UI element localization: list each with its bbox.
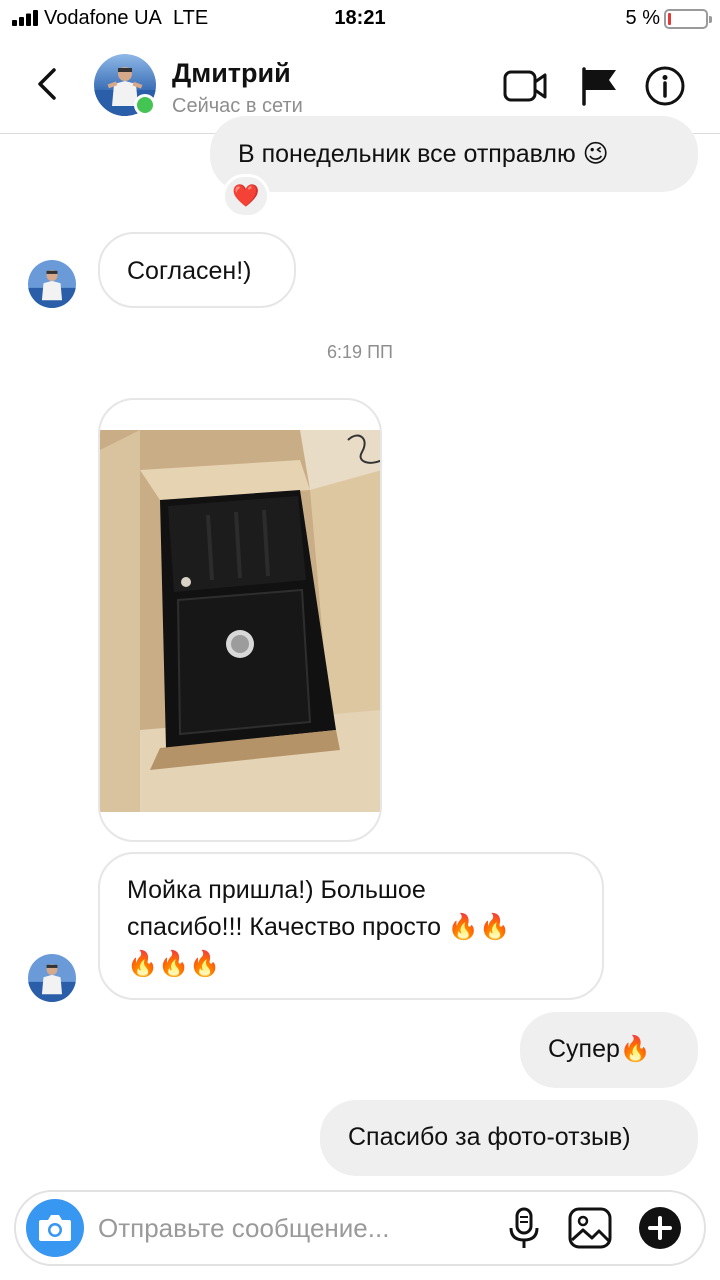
sender-avatar[interactable] <box>28 954 76 1002</box>
sender-avatar[interactable] <box>28 260 76 308</box>
photo-message[interactable] <box>98 398 382 842</box>
message-text: Согласен!) <box>127 257 252 285</box>
message-text: Супер🔥 <box>548 1035 652 1063</box>
sink-photo[interactable] <box>100 430 382 812</box>
clock: 18:21 <box>334 7 386 29</box>
message-text: В понедельник все отправлю 😉 <box>238 140 609 168</box>
message-outgoing[interactable]: Спасибо за фото-отзыв) <box>320 1100 698 1176</box>
status-bar: Vodafone UA LTE 18:21 5 % <box>0 0 720 38</box>
message-timestamp: 6:19 ПП <box>327 342 393 362</box>
microphone-icon[interactable] <box>500 1204 548 1252</box>
plus-icon[interactable] <box>636 1204 684 1252</box>
info-icon[interactable] <box>642 66 688 106</box>
flag-icon[interactable] <box>578 66 624 106</box>
message-text-line: 🔥🔥🔥 <box>127 950 221 978</box>
contact-status: Сейчас в сети <box>172 95 303 117</box>
message-text-line: спасибо!!! Качество просто 🔥🔥 <box>127 913 511 941</box>
battery-percent: 5 % <box>625 7 660 29</box>
message-text: Спасибо за фото-отзыв) <box>348 1123 631 1151</box>
image-icon[interactable] <box>566 1204 614 1252</box>
message-incoming[interactable]: Согласен!) <box>98 232 296 308</box>
online-status-dot <box>134 94 156 116</box>
chevron-left-icon[interactable] <box>30 64 66 104</box>
video-camera-icon[interactable] <box>502 66 548 106</box>
heart-reaction[interactable]: ❤️ <box>222 174 270 218</box>
message-input[interactable] <box>98 1210 478 1246</box>
message-outgoing[interactable]: Супер🔥 <box>520 1012 698 1088</box>
camera-icon <box>39 1215 71 1241</box>
message-text-line: Мойка пришла!) Большое <box>127 876 426 904</box>
message-composer <box>14 1190 706 1266</box>
battery-icon <box>664 9 712 29</box>
contact-name[interactable]: Дмитрий <box>172 58 291 89</box>
message-outgoing[interactable]: В понедельник все отправлю 😉 <box>210 116 698 192</box>
heart-icon: ❤️ <box>232 183 260 208</box>
camera-button[interactable] <box>26 1199 84 1257</box>
message-incoming[interactable]: Мойка пришла!) Большое спасибо!!! Качест… <box>98 852 604 1000</box>
